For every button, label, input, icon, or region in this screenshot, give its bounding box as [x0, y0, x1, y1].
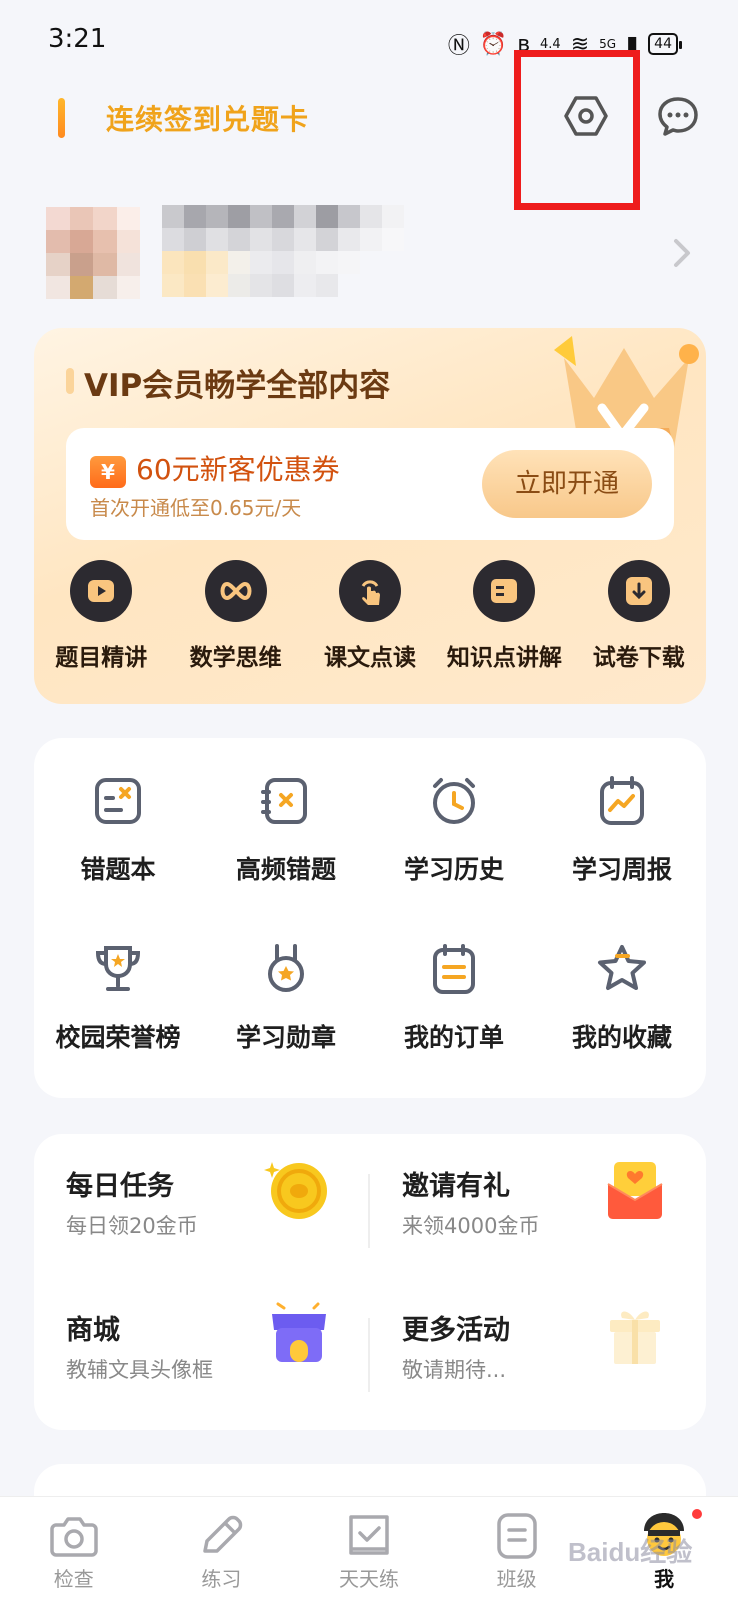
- nav-label: 检查: [53, 1567, 94, 1591]
- tool-label: 学习周报: [571, 855, 672, 884]
- pencil-icon: [203, 1515, 243, 1553]
- alarm-icon: ⏰: [479, 31, 508, 57]
- nav-check[interactable]: 检查: [0, 1497, 148, 1600]
- activity-title: 商城: [66, 1315, 120, 1346]
- wrong-book-icon: [95, 778, 141, 824]
- nav-daily[interactable]: 天天练: [295, 1497, 443, 1600]
- activity-shop[interactable]: 商城 教辅文具头像框: [34, 1294, 354, 1414]
- nav-label: 练习: [201, 1567, 242, 1591]
- vip-feature-label: 数学思维: [189, 645, 282, 671]
- tool-label: 高频错题: [235, 855, 336, 884]
- tool-my-orders[interactable]: 我的订单: [370, 942, 538, 1054]
- tool-wrong-book[interactable]: 错题本: [34, 774, 202, 886]
- coupon-badge-icon: ¥: [90, 456, 126, 488]
- tools-card: 错题本 高频错题 学习历史 学习周报 校园荣誉榜 学习勋章 我的订单 我的收藏: [34, 738, 706, 1098]
- coupon-box[interactable]: ¥ 60元新客优惠券 首次开通低至0.65元/天 立即开通: [66, 428, 674, 540]
- network-type: 5G: [599, 37, 617, 51]
- vip-feature-label: 课文点读: [323, 645, 416, 671]
- watermark: Baidu经验: [568, 1537, 693, 1567]
- profile-section[interactable]: [0, 195, 738, 315]
- vip-feature-item[interactable]: 试卷下载: [572, 560, 706, 690]
- activity-invite[interactable]: 邀请有礼 来领4000金币: [370, 1150, 690, 1270]
- vip-feature-label: 试卷下载: [592, 645, 685, 671]
- activity-title: 每日任务: [66, 1171, 174, 1202]
- activity-subtitle: 每日领20金币: [66, 1214, 198, 1238]
- checkin-accent: [58, 98, 65, 138]
- vip-feature-item[interactable]: 课文点读: [303, 560, 437, 690]
- tool-my-favorites[interactable]: 我的收藏: [538, 942, 706, 1054]
- frequent-wrong-icon: [261, 778, 307, 824]
- activity-more[interactable]: 更多活动 敬请期待...: [370, 1294, 690, 1414]
- shop-icon: [272, 1302, 326, 1362]
- vip-feature-label: 知识点讲解: [446, 645, 562, 671]
- gift-icon: [610, 1311, 660, 1364]
- activities-card: 每日任务 每日领20金币 邀请有礼 来领4000金币 商城 教辅文具头像框 更多…: [34, 1134, 706, 1430]
- tool-label: 我的收藏: [571, 1023, 672, 1052]
- play-icon: [70, 560, 133, 622]
- coupon-subtitle: 首次开通低至0.65元/天: [90, 496, 302, 520]
- coupon-title: 60元新客优惠券: [136, 453, 340, 486]
- nav-label: 天天练: [338, 1567, 399, 1591]
- tool-weekly-report[interactable]: 学习周报: [538, 774, 706, 886]
- order-icon: [433, 944, 475, 994]
- download-icon: [607, 560, 670, 622]
- tool-label: 我的订单: [403, 1023, 504, 1052]
- tool-label: 校园荣誉榜: [55, 1023, 181, 1052]
- card-icon: [473, 560, 536, 622]
- chat-bubble-icon: [658, 97, 698, 136]
- activity-title: 邀请有礼: [402, 1171, 510, 1202]
- medal-icon: [268, 944, 304, 992]
- vip-card[interactable]: VIP会员畅学全部内容 ¥ 60元新客优惠券 首次开通低至0.65元/天 立即开…: [34, 328, 706, 704]
- star-icon: [598, 945, 646, 990]
- infinity-icon: [204, 560, 267, 622]
- vip-feature-label: 题目精讲: [55, 645, 148, 671]
- blurred-user-info: [162, 205, 404, 297]
- open-vip-button[interactable]: 立即开通: [482, 450, 652, 518]
- trophy-icon: [95, 946, 141, 991]
- checkin-link[interactable]: 连续签到兑题卡: [106, 98, 309, 138]
- activity-title: 更多活动: [402, 1315, 510, 1346]
- notification-dot: [690, 1507, 705, 1521]
- tool-honor-board[interactable]: 校园荣誉榜: [34, 942, 202, 1054]
- vip-features: 题目精讲 数学思维 课文点读 知识点讲解 试卷下载: [34, 560, 706, 690]
- tool-label: 错题本: [80, 855, 156, 884]
- message-button[interactable]: [650, 88, 706, 144]
- tool-label: 学习勋章: [235, 1023, 336, 1052]
- activity-subtitle: 敬请期待...: [402, 1358, 507, 1382]
- chevron-right-icon[interactable]: [672, 237, 692, 269]
- vip-title-accent: [66, 368, 74, 394]
- vip-feature-item[interactable]: 题目精讲: [34, 560, 168, 690]
- tool-study-history[interactable]: 学习历史: [370, 774, 538, 886]
- activity-subtitle: 来领4000金币: [402, 1214, 540, 1238]
- gold-coin-icon: [264, 1162, 327, 1219]
- avatar[interactable]: [46, 207, 140, 299]
- nav-practice[interactable]: 练习: [148, 1497, 296, 1600]
- calendar-check-icon: [349, 1515, 389, 1555]
- activity-subtitle: 教辅文具头像框: [66, 1358, 213, 1382]
- vip-title: VIP会员畅学全部内容: [84, 368, 391, 404]
- vip-feature-item[interactable]: 知识点讲解: [437, 560, 571, 690]
- highlight-annotation: [514, 50, 640, 210]
- status-time: 3:21: [48, 24, 107, 54]
- camera-icon: [50, 1517, 98, 1557]
- tool-frequent-wrong[interactable]: 高频错题: [202, 774, 370, 886]
- vip-feature-item[interactable]: 数学思维: [169, 560, 303, 690]
- weekly-report-icon: [600, 776, 644, 825]
- battery-icon: 44: [648, 33, 682, 55]
- envelope-icon: [607, 1162, 663, 1219]
- nfc-icon: Ⓝ: [447, 34, 470, 59]
- class-icon: [496, 1513, 537, 1559]
- clock-icon: [433, 778, 475, 824]
- tap-icon: [338, 560, 401, 622]
- nav-label: 班级: [496, 1567, 537, 1591]
- tools-grid: 错题本 高频错题 学习历史 学习周报 校园荣誉榜 学习勋章 我的订单 我的收藏: [34, 774, 706, 1054]
- activity-daily-task[interactable]: 每日任务 每日领20金币: [34, 1150, 354, 1270]
- tool-study-medal[interactable]: 学习勋章: [202, 942, 370, 1054]
- tool-label: 学习历史: [403, 855, 504, 884]
